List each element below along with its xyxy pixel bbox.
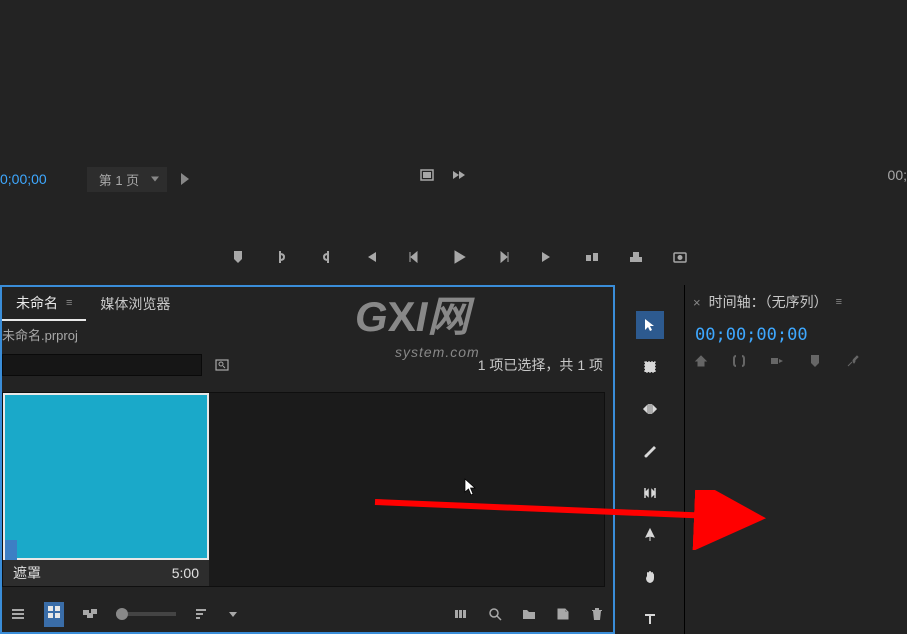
pen-tool[interactable]: [636, 521, 664, 549]
project-footer-bar: [2, 596, 613, 632]
page-selector-dropdown[interactable]: 第 1 页: [87, 167, 167, 192]
project-panel[interactable]: 未命名 ≡ 媒体浏览器 未命名.prproj 1 项已选择，共 1 项 遮罩 5…: [0, 285, 615, 634]
timeline-menu-icon[interactable]: ≡: [836, 296, 842, 308]
duration-timecode: 00;: [888, 167, 907, 183]
marker-icon[interactable]: [230, 249, 246, 265]
step-forward-icon[interactable]: [496, 249, 512, 265]
new-item-icon[interactable]: [555, 606, 571, 622]
sort-dropdown-icon[interactable]: [228, 609, 238, 619]
project-filename: 未命名.prproj: [2, 321, 613, 348]
freeform-view-icon[interactable]: [82, 606, 98, 622]
out-point-icon[interactable]: [318, 249, 334, 265]
page-selector-label: 第 1 页: [99, 170, 139, 189]
tab-project-label: 未命名: [16, 293, 58, 313]
timeline-header: × 时间轴：（无序列） ≡: [685, 285, 907, 319]
source-timecode: 0;00;00: [0, 171, 47, 187]
safe-margins-icon[interactable]: [419, 167, 435, 183]
bin-content[interactable]: 遮罩 5:00: [2, 392, 605, 587]
ripple-edit-tool[interactable]: [636, 395, 664, 423]
play-page-icon[interactable]: [181, 173, 189, 185]
go-to-in-icon[interactable]: [362, 249, 378, 265]
thumbnail-zoom-slider[interactable]: [116, 612, 176, 616]
search-input[interactable]: [2, 354, 202, 376]
play-icon[interactable]: [450, 248, 468, 266]
lower-panels: 未命名 ≡ 媒体浏览器 未命名.prproj 1 项已选择，共 1 项 遮罩 5…: [0, 285, 907, 634]
tab-menu-icon[interactable]: ≡: [66, 297, 72, 309]
timeline-panel[interactable]: × 时间轴：（无序列） ≡ 00;00;00;00: [685, 285, 907, 634]
project-search-row: 1 项已选择，共 1 项: [2, 348, 613, 382]
tab-media-browser[interactable]: 媒体浏览器: [86, 288, 184, 320]
track-select-tool[interactable]: [636, 353, 664, 381]
hand-tool[interactable]: [636, 563, 664, 591]
find-footer-icon[interactable]: [487, 606, 503, 622]
timeline-title: 时间轴：（无序列）: [709, 292, 828, 312]
new-bin-icon[interactable]: [521, 606, 537, 622]
go-to-out-icon[interactable]: [540, 249, 556, 265]
monitor-aux-icons: [419, 167, 467, 183]
slip-tool[interactable]: [636, 479, 664, 507]
tab-media-browser-label: 媒体浏览器: [100, 294, 170, 314]
clip-item[interactable]: 遮罩 5:00: [3, 393, 209, 586]
marker-timeline-icon[interactable]: [807, 353, 823, 369]
automate-icon[interactable]: [453, 606, 469, 622]
overwrite-icon[interactable]: [628, 249, 644, 265]
transport-controls: [230, 248, 688, 266]
in-point-icon[interactable]: [274, 249, 290, 265]
timeline-toolbar: [685, 349, 907, 373]
close-icon[interactable]: ×: [693, 295, 701, 310]
list-view-icon[interactable]: [10, 606, 26, 622]
tool-panel: [615, 285, 685, 634]
selection-count: 1 项已选择，共 1 项: [478, 355, 603, 375]
clip-duration: 5:00: [172, 565, 199, 581]
selection-tool[interactable]: [636, 311, 664, 339]
settings-icon[interactable]: [845, 353, 861, 369]
nest-icon[interactable]: [693, 353, 709, 369]
step-back-icon[interactable]: [406, 249, 422, 265]
snap-icon[interactable]: [731, 353, 747, 369]
sort-icon[interactable]: [194, 606, 210, 622]
icon-view-button[interactable]: [44, 602, 64, 627]
timeline-timecode[interactable]: 00;00;00;00: [685, 319, 907, 349]
type-tool[interactable]: [636, 605, 664, 633]
linked-selection-icon[interactable]: [769, 353, 785, 369]
project-tabs: 未命名 ≡ 媒体浏览器: [2, 287, 613, 321]
trash-icon[interactable]: [589, 606, 605, 622]
clip-name: 遮罩: [13, 563, 41, 583]
find-icon[interactable]: [214, 357, 230, 373]
export-frame-icon[interactable]: [672, 249, 688, 265]
source-monitor-panel: 0;00;00 第 1 页 00;: [0, 0, 907, 283]
clip-info-bar: 遮罩 5:00: [3, 560, 209, 586]
razor-tool[interactable]: [636, 437, 664, 465]
tab-project[interactable]: 未命名 ≡: [2, 287, 86, 321]
insert-icon[interactable]: [584, 249, 600, 265]
clip-thumbnail[interactable]: [3, 393, 209, 560]
output-icon[interactable]: [451, 167, 467, 183]
